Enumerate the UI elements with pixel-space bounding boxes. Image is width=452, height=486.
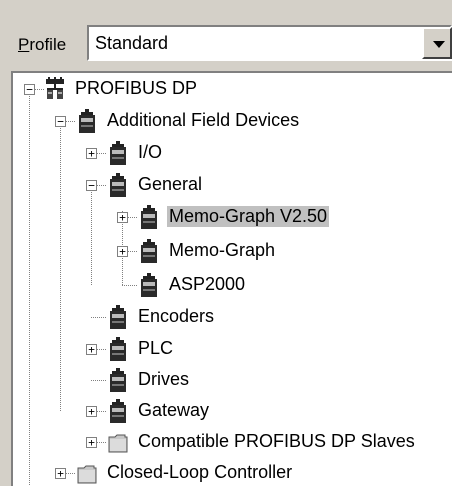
tree-guide-line [91,380,106,381]
tree-node-label: PROFIBUS DP [75,78,198,98]
folder-icon [77,465,97,484]
field-device-icon [110,141,126,165]
profile-label: Profile [18,35,66,55]
tree-guide-line [122,285,137,286]
profile-select[interactable]: Standard [87,25,452,61]
field-device-icon [141,239,157,263]
collapse-toggle-additional-field-devices[interactable]: − [55,116,66,127]
tree-guide-line [65,121,75,122]
tree-guide-line [127,251,137,252]
tree-guide-line [60,121,61,411]
field-device-icon [110,368,126,392]
expand-toggle-io[interactable]: + [86,148,97,159]
dropdown-arrow-button[interactable] [422,27,452,59]
field-device-icon [141,273,157,297]
tree-guide-line [91,183,92,285]
profile-label-accesskey: P [18,35,30,54]
field-device-icon [110,337,126,361]
tree-node-label: I/O [138,142,163,162]
field-device-icon [110,173,126,197]
tree-guide-line [34,89,44,90]
tree-guide-line [127,217,137,218]
tree-node-label: Drives [138,369,190,389]
tree-guide-line [91,317,106,318]
collapse-toggle-general[interactable]: − [86,180,97,191]
tree-node-label: Compatible PROFIBUS DP Slaves [138,431,415,451]
expand-toggle-memo-graph-v250[interactable]: + [117,212,128,223]
profile-toolbar: Profile Standard [0,0,452,70]
tree-guide-line [65,473,75,474]
profile-select-value: Standard [95,33,169,53]
expand-toggle-memo-graph[interactable]: + [117,246,128,257]
folder-icon [108,434,128,453]
tree-node-label: Gateway [138,400,210,420]
tree-guide-line [96,185,106,186]
tree-guide-line [96,442,106,443]
tree-node-label: Additional Field Devices [107,110,300,130]
field-device-icon [110,305,126,329]
expand-toggle-closed-loop-controller[interactable]: + [55,468,66,479]
network-icon [46,77,64,99]
tree-guide-line [29,91,30,486]
catalog-tree[interactable]: − − + − + + + + + + PROFIBUS DP Addition… [11,71,452,486]
tree-node-label: Memo-Graph V2.50 [167,206,330,227]
field-device-icon [110,399,126,423]
tree-guide-line [96,153,106,154]
tree-node-label: Encoders [138,306,215,326]
tree-guide-line [96,349,106,350]
tree-guide-line [96,411,106,412]
tree-node-label: Memo-Graph [169,240,276,260]
tree-node-label: PLC [138,338,174,358]
expand-toggle-compatible-slaves[interactable]: + [86,437,97,448]
expand-toggle-gateway[interactable]: + [86,406,97,417]
tree-node-label: Closed-Loop Controller [107,462,293,482]
tree-node-label: ASP2000 [169,274,246,294]
collapse-toggle-profibus-dp[interactable]: − [24,84,35,95]
profile-label-rest: rofile [29,35,67,54]
field-device-icon [79,109,95,133]
field-device-icon [141,205,157,229]
expand-toggle-plc[interactable]: + [86,344,97,355]
tree-node-label: General [138,174,203,194]
